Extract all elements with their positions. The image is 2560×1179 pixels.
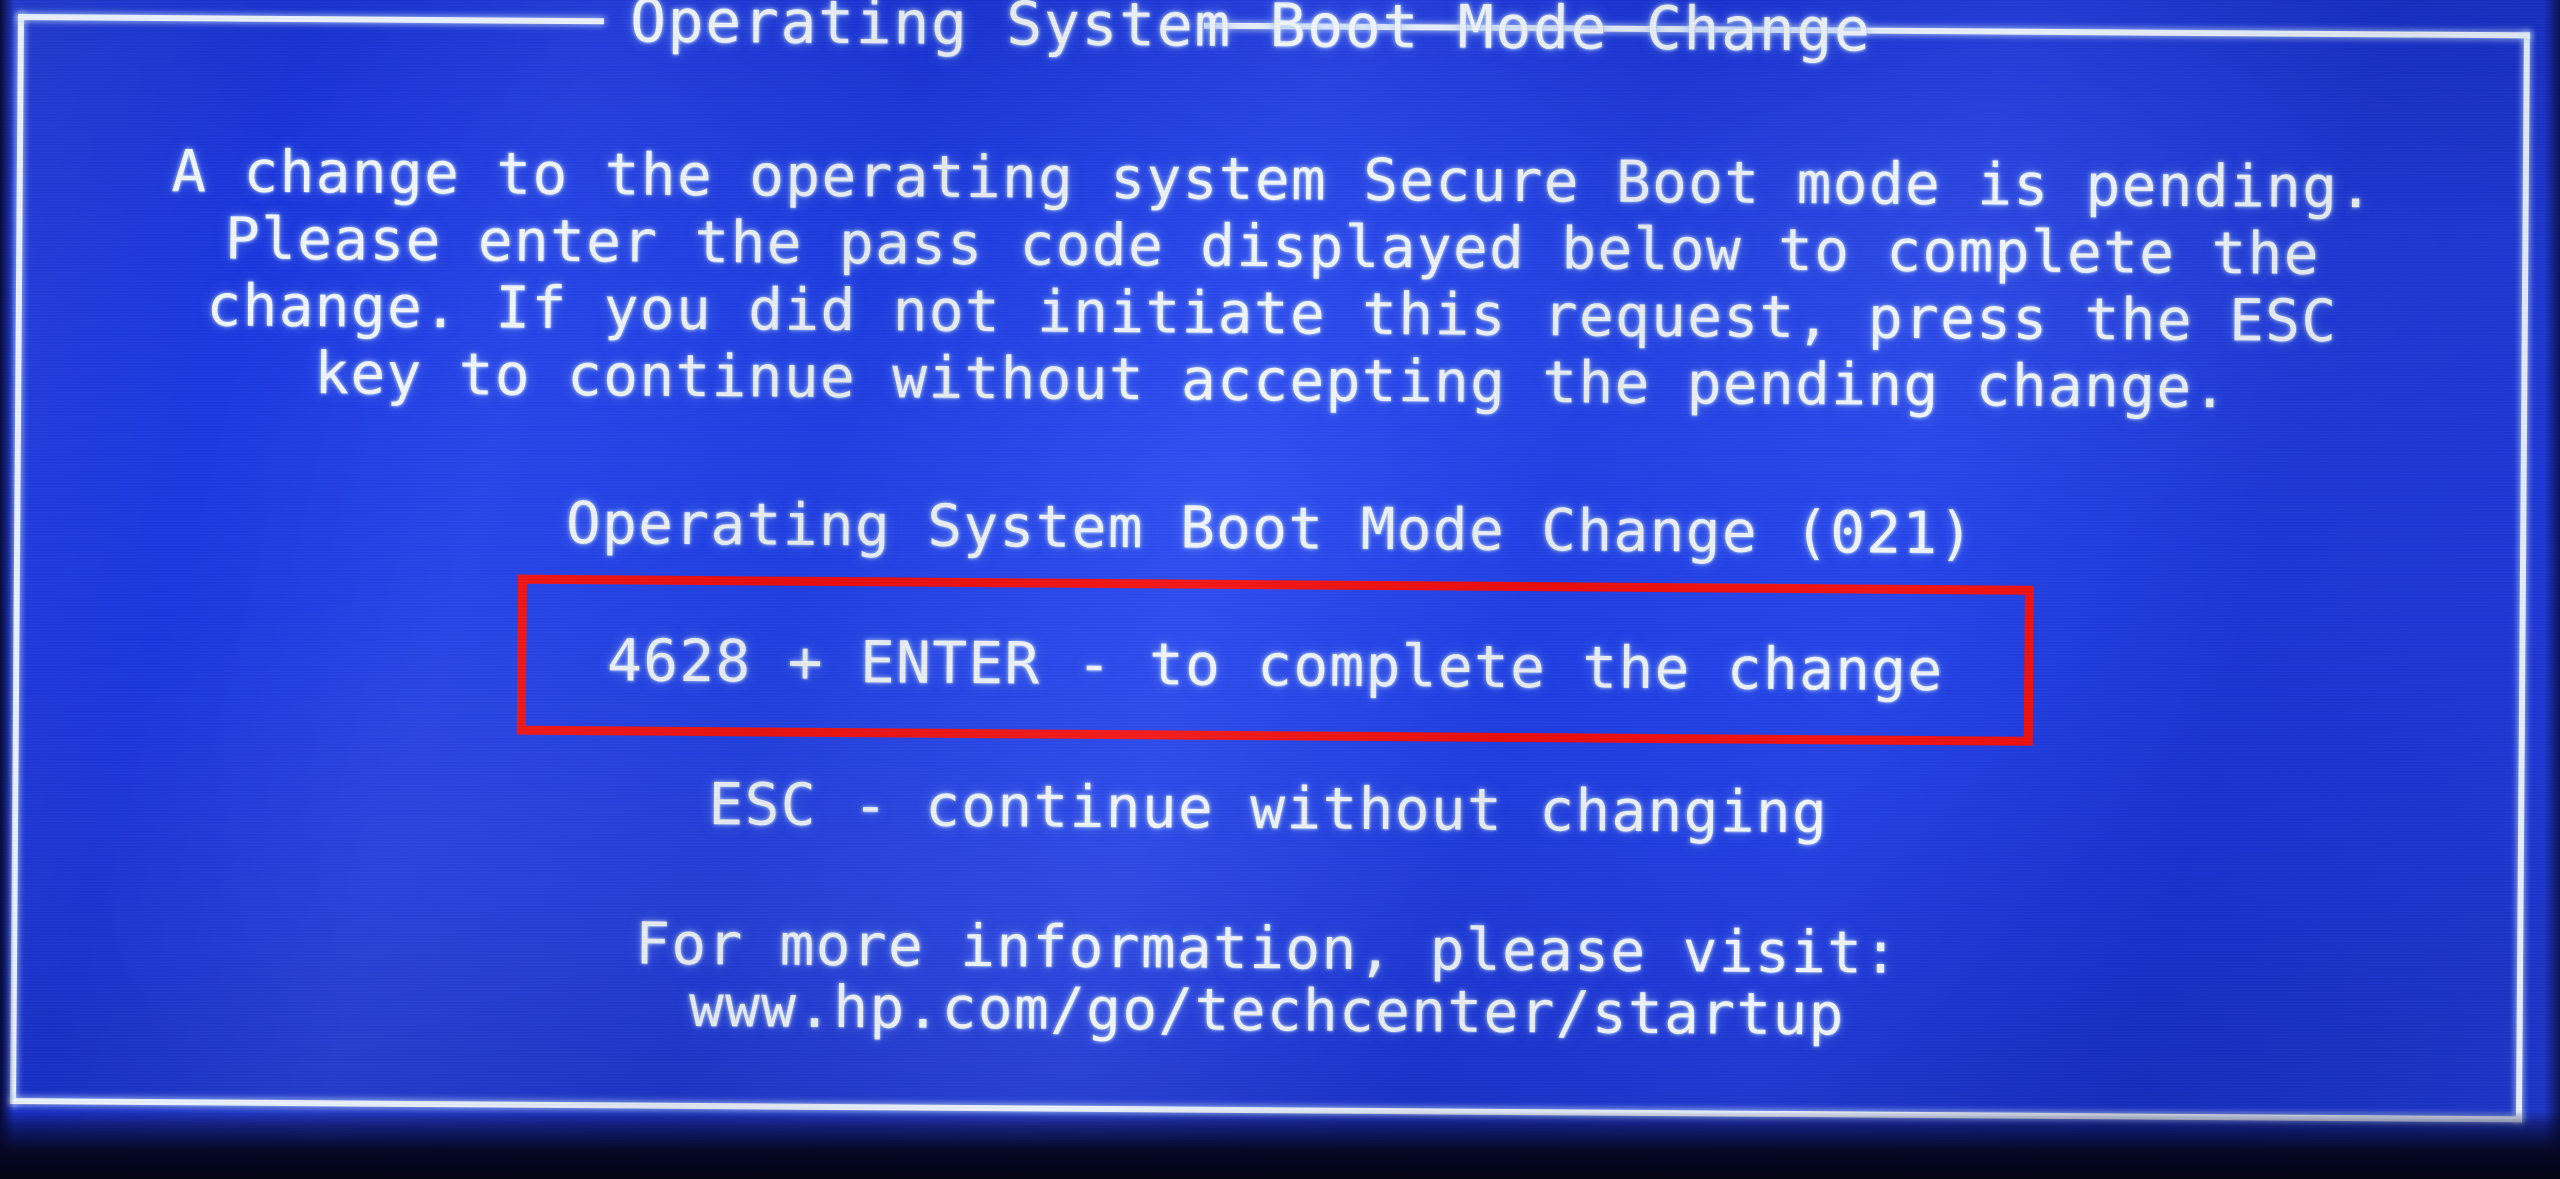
event-headline: Operating System Boot Mode Change (021): [565, 489, 1975, 568]
dialog-body: A change to the operating system Secure …: [10, 14, 2530, 1122]
dialog-frame: Operating System Boot Mode Change A chan…: [10, 0, 2530, 1123]
monitor-bezel-bottom: [0, 1111, 2560, 1179]
bios-screen-photo: Operating System Boot Mode Change A chan…: [0, 0, 2560, 1179]
escape-instruction: ESC - continue without changing: [708, 770, 1829, 847]
message-line: key to continue without accepting the pe…: [313, 339, 2229, 422]
passcode-instruction: 4628 + ENTER - to complete the change: [606, 626, 1944, 705]
monitor-bezel-right: [2544, 0, 2560, 1179]
